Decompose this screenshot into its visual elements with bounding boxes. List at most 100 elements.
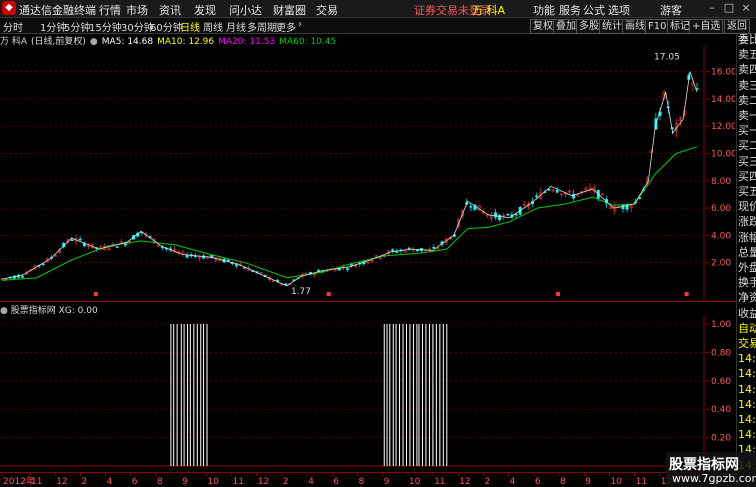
- x-axis-tick-label: 6: [333, 477, 339, 487]
- quote-panel-item: 卖四: [738, 63, 756, 77]
- f10-button[interactable]: F10: [645, 19, 670, 34]
- menu-fuwu[interactable]: 服务: [559, 2, 581, 18]
- date-x-axis: 2012年11 12 2 4 6 8 9 10 11 12 2 4 6 8 9 10 11 12 2 4 6 8 9 10 11…: [0, 472, 705, 487]
- x-axis-tick-label: 2: [81, 477, 87, 487]
- price-series-line: [1, 71, 698, 287]
- menu-shichang[interactable]: 市场: [126, 2, 148, 18]
- watermark-title: 股票指标网: [669, 457, 739, 473]
- menu-jiaoyi[interactable]: 交易: [316, 2, 338, 18]
- x-axis-tick-label: 4: [510, 477, 516, 487]
- candle-body: [234, 264, 238, 267]
- watermark-url: www.7gpzb.com: [672, 472, 756, 485]
- price-y-tick-label: 14.00: [711, 95, 735, 105]
- site-watermark: 股票指标网 www.7gpzb.com: [666, 452, 756, 487]
- event-marker-icon[interactable]: [556, 292, 560, 296]
- candle-body: [506, 213, 510, 216]
- candle-body: [415, 249, 419, 252]
- chart-info-line: 万 科A (日线,前复权) ● MA5: 14.68 MA10: 12.96 MA20: …: [0, 34, 705, 47]
- x-axis-tick-label: 2: [283, 477, 289, 487]
- back-button[interactable]: 返回: [724, 19, 750, 34]
- candle-body: [555, 190, 559, 193]
- menu-wenxiaoda[interactable]: 问小达: [229, 2, 262, 18]
- period-monthly[interactable]: 月线: [226, 19, 246, 34]
- period-multi[interactable]: 多周期: [247, 19, 277, 34]
- x-axis-tick-label: 10: [409, 477, 421, 487]
- menu-gongneng[interactable]: 功能: [533, 2, 555, 18]
- indicator-name: 股票指标网: [10, 306, 56, 316]
- price-y-tick-label: 12.00: [711, 122, 735, 132]
- indicator-chart[interactable]: [0, 316, 705, 472]
- quote-panel-item: 涨跌: [738, 215, 756, 229]
- menu-faxian[interactable]: 发现: [194, 2, 216, 18]
- menu-zixun[interactable]: 资讯: [159, 2, 181, 18]
- quote-panel-item: 自动: [738, 321, 756, 335]
- high-price-label: 17.05: [654, 52, 680, 62]
- indicator-y-tick-label: 1.00: [711, 320, 731, 330]
- x-axis-tick-label: 6: [535, 477, 541, 487]
- pane-divider[interactable]: [0, 301, 740, 302]
- indicator-header: ● 股票指标网 XG: 0.00: [0, 303, 705, 316]
- close-icon[interactable]: ×: [739, 1, 753, 15]
- x-axis-tick-label: 11: [434, 477, 445, 487]
- quote-panel-item: 14:5: [738, 367, 756, 381]
- candle-body: [535, 195, 539, 198]
- menu-caifuquan[interactable]: 财富圈: [273, 2, 306, 18]
- period-30min[interactable]: 30分钟: [121, 19, 154, 34]
- period-60min[interactable]: 60分钟: [150, 19, 183, 34]
- candle-body: [21, 276, 25, 278]
- period-1min[interactable]: 1分钟: [40, 19, 66, 34]
- period-daily[interactable]: 日线: [180, 19, 200, 34]
- quote-panel-item: 涨幅: [738, 230, 756, 244]
- quote-panel-item: 总量: [738, 245, 756, 259]
- indicator-dot-icon[interactable]: ●: [0, 306, 8, 316]
- period-more[interactable]: 更多: [276, 19, 296, 34]
- quote-panel-item: 现价: [738, 200, 756, 214]
- candle-body: [78, 238, 82, 241]
- period-15min[interactable]: 15分钟: [89, 19, 122, 34]
- period-toolbar: 分时 1分钟 5分钟 15分钟 30分钟 60分钟 日线 周线 月线 多周期 更…: [0, 18, 756, 34]
- period-weekly[interactable]: 周线: [203, 19, 223, 34]
- price-chart[interactable]: 17.05 1.77: [0, 46, 705, 300]
- chevron-right-icon[interactable]: ›: [298, 19, 302, 30]
- event-marker-icon[interactable]: [93, 292, 98, 296]
- indicator-y-tick-label: 0.80: [711, 348, 731, 358]
- quote-panel-item: 卖五: [738, 48, 756, 62]
- candle-body: [600, 193, 604, 196]
- maximize-icon[interactable]: □: [722, 1, 736, 15]
- quote-panel-item: 买五: [738, 185, 756, 198]
- indicator-y-tick-label: 0.40: [711, 405, 731, 415]
- low-price-label: 1.77: [291, 287, 311, 297]
- quote-panel-item: 14:5: [738, 382, 756, 396]
- menu-hangqing[interactable]: 行情: [99, 2, 121, 18]
- guest-label[interactable]: 游客: [660, 2, 682, 18]
- event-marker-icon[interactable]: [684, 292, 689, 296]
- quote-panel-item: 净资: [738, 291, 756, 305]
- minimize-icon[interactable]: –: [705, 1, 719, 15]
- price-y-tick-label: 6.00: [711, 204, 731, 214]
- menu-xuanxiang[interactable]: 选项: [608, 2, 630, 18]
- quote-panel-item: 买二: [738, 139, 756, 153]
- x-axis-tick-label: 11: [636, 477, 647, 487]
- x-axis-tick-label: 8: [359, 477, 365, 487]
- x-axis-tick-label: 12: [258, 477, 269, 487]
- quote-panel-item: 买四: [738, 169, 756, 183]
- quote-panel-item: 14:5: [738, 413, 756, 426]
- price-y-tick-label: 4.00: [711, 231, 731, 241]
- quote-panel-item: 外盘: [738, 261, 756, 274]
- indicator-y-tick-label: 0.60: [711, 377, 731, 387]
- add-favorite-button[interactable]: +自选: [689, 19, 724, 34]
- event-marker-icon[interactable]: [326, 292, 331, 296]
- candle-body: [407, 247, 411, 250]
- menu-icon[interactable]: ≡: [740, 35, 754, 45]
- price-y-tick-label: 2.00: [711, 259, 731, 269]
- period-fenshi[interactable]: 分时: [3, 19, 23, 34]
- x-axis-tick-label: 4: [107, 477, 113, 487]
- candle-body: [547, 189, 551, 191]
- menu-gongshi[interactable]: 公式: [583, 2, 605, 18]
- menu-stock-name: 万 科A: [472, 4, 506, 17]
- period-5min[interactable]: 5分钟: [64, 19, 90, 34]
- x-axis-tick-label: 11: [31, 477, 42, 487]
- candle-body: [350, 264, 354, 266]
- x-axis-tick-label: 11: [233, 477, 244, 487]
- app-logo-icon: ◆: [2, 1, 16, 15]
